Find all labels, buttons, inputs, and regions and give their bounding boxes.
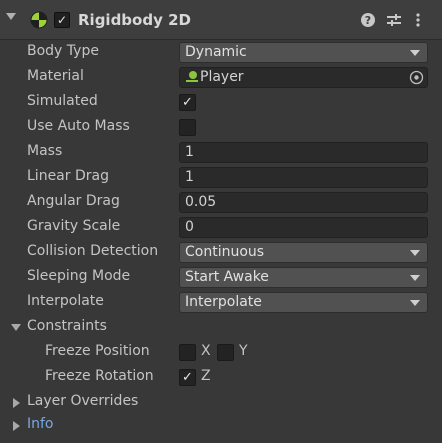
body-type-row: Body Type Dynamic (0, 40, 442, 65)
gravity-scale-input[interactable]: 0 (179, 217, 428, 238)
rigidbody2d-icon (30, 11, 48, 29)
linear-drag-label: Linear Drag (27, 168, 109, 184)
layer-overrides-label: Layer Overrides (27, 393, 139, 409)
component-header[interactable]: ✓ Rigidbody 2D ? (0, 0, 442, 40)
constraints-foldout[interactable]: Constraints (0, 315, 442, 340)
dropdown-arrow-icon (410, 250, 420, 256)
freeze-position-row: Freeze Position X Y (0, 340, 442, 365)
use-auto-mass-checkbox[interactable] (179, 119, 196, 136)
interpolate-value: Interpolate (185, 294, 262, 310)
svg-text:?: ? (365, 14, 371, 27)
info-label: Info (27, 416, 54, 432)
freeze-rotation-row: Freeze Rotation ✓ Z (0, 365, 442, 390)
component-enabled-checkbox[interactable]: ✓ (54, 12, 70, 28)
freeze-position-y-label: Y (239, 343, 248, 359)
material-value: Player (200, 69, 244, 85)
collapse-arrow-icon[interactable] (6, 13, 16, 20)
body-type-dropdown[interactable]: Dynamic (179, 42, 428, 63)
help-icon[interactable]: ? (360, 12, 376, 28)
freeze-position-x-label: X (201, 343, 211, 359)
sleeping-mode-value: Start Awake (185, 269, 269, 285)
linear-drag-input[interactable]: 1 (179, 167, 428, 188)
material-row: Material Player (0, 65, 442, 90)
mass-label: Mass (27, 143, 63, 159)
collision-detection-row: Collision Detection Continuous (0, 240, 442, 265)
gravity-scale-label: Gravity Scale (27, 218, 121, 234)
simulated-checkbox[interactable]: ✓ (179, 94, 196, 111)
freeze-position-label: Freeze Position (45, 343, 150, 359)
sleeping-mode-label: Sleeping Mode (27, 268, 131, 284)
info-foldout[interactable]: Info (0, 413, 442, 438)
foldout-collapsed-icon[interactable] (13, 398, 20, 408)
layer-overrides-foldout[interactable]: Layer Overrides (0, 390, 442, 415)
physics-material-icon (186, 71, 198, 82)
sleeping-mode-row: Sleeping Mode Start Awake (0, 265, 442, 290)
component-title: Rigidbody 2D (78, 11, 191, 29)
simulated-row: Simulated ✓ (0, 90, 442, 115)
object-picker-icon[interactable] (409, 70, 424, 85)
freeze-rotation-z-checkbox[interactable]: ✓ (179, 369, 196, 386)
constraints-label: Constraints (27, 318, 107, 334)
freeze-position-x-checkbox[interactable] (179, 344, 196, 361)
collision-detection-label: Collision Detection (27, 243, 159, 259)
mass-input[interactable]: 1 (179, 142, 428, 163)
simulated-label: Simulated (27, 93, 98, 109)
body-type-value: Dynamic (185, 44, 247, 60)
kebab-menu-icon[interactable] (410, 12, 426, 28)
gravity-scale-row: Gravity Scale 0 (0, 215, 442, 240)
preset-sliders-icon[interactable] (386, 12, 402, 28)
angular-drag-input[interactable]: 0.05 (179, 192, 428, 213)
collision-detection-dropdown[interactable]: Continuous (179, 242, 428, 263)
collision-detection-value: Continuous (185, 244, 265, 260)
interpolate-row: Interpolate Interpolate (0, 290, 442, 315)
mass-row: Mass 1 (0, 140, 442, 165)
dropdown-arrow-icon (410, 275, 420, 281)
linear-drag-row: Linear Drag 1 (0, 165, 442, 190)
dropdown-arrow-icon (410, 50, 420, 56)
sleeping-mode-dropdown[interactable]: Start Awake (179, 267, 428, 288)
body-type-label: Body Type (27, 43, 99, 59)
material-object-field[interactable]: Player (179, 67, 428, 88)
freeze-rotation-label: Freeze Rotation (45, 368, 154, 384)
dropdown-arrow-icon (410, 300, 420, 306)
freeze-position-y-checkbox[interactable] (217, 344, 234, 361)
use-auto-mass-row: Use Auto Mass (0, 115, 442, 140)
freeze-rotation-z-label: Z (201, 368, 211, 384)
material-label: Material (27, 68, 84, 84)
foldout-expanded-icon[interactable] (11, 324, 21, 331)
interpolate-label: Interpolate (27, 293, 104, 309)
foldout-collapsed-icon[interactable] (13, 421, 20, 431)
use-auto-mass-label: Use Auto Mass (27, 118, 130, 134)
angular-drag-label: Angular Drag (27, 193, 120, 209)
angular-drag-row: Angular Drag 0.05 (0, 190, 442, 215)
interpolate-dropdown[interactable]: Interpolate (179, 292, 428, 313)
